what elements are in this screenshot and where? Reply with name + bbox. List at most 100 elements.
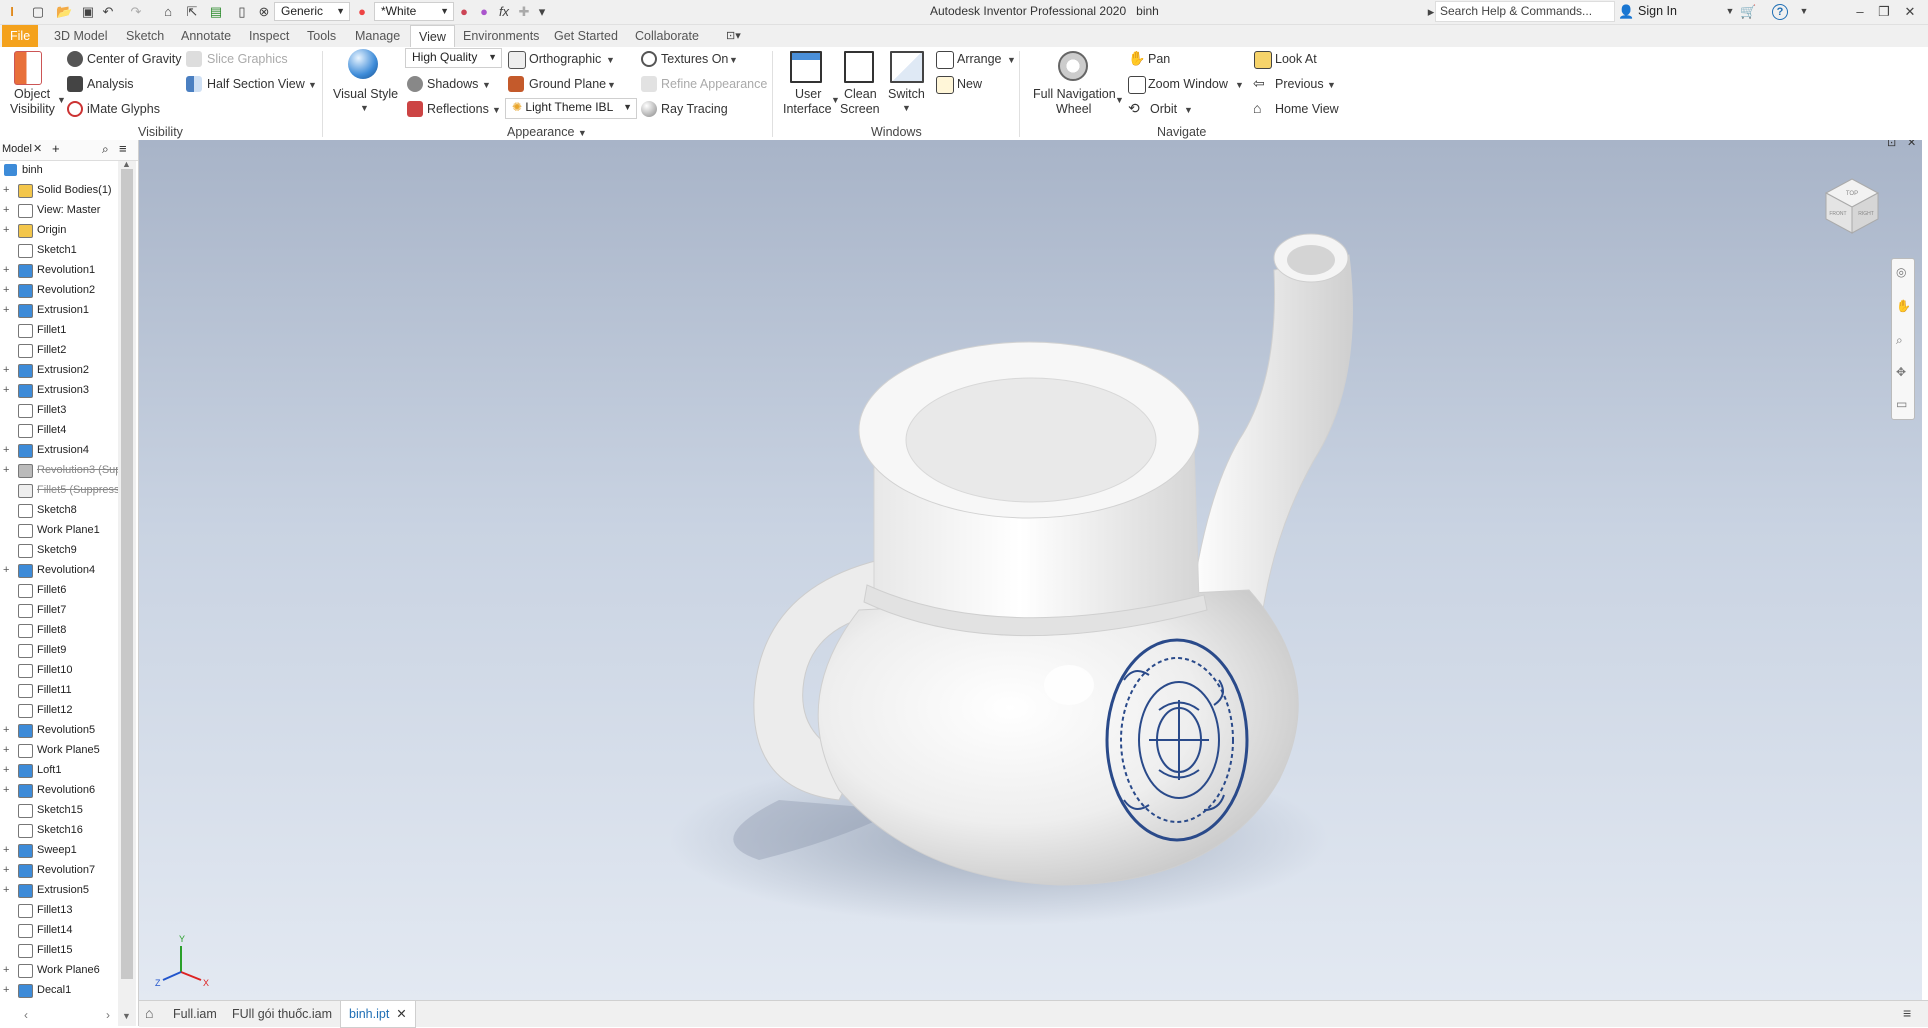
tab-manage[interactable]: Manage [347, 25, 408, 47]
center-of-gravity-button[interactable]: Center of Gravity [87, 52, 181, 66]
expand-icon[interactable]: + [3, 200, 13, 220]
graphics-viewport[interactable]: TOP FRONT RIGHT ⊡ ✕ ◎ ✋ ⌕ ✥ ▭ Y X Z [139, 140, 1922, 1000]
reflections-button[interactable]: Reflections [427, 102, 489, 116]
browser-scrollbar[interactable]: ▲ ▼ [118, 159, 136, 1026]
user-interface-label[interactable]: User [795, 87, 821, 101]
chevron-down-icon[interactable]: ▼ [482, 80, 491, 90]
fx-icon[interactable]: fx [496, 4, 512, 19]
chevron-down-icon[interactable]: ▼ [831, 95, 840, 105]
expand-icon[interactable]: + [3, 300, 13, 320]
doc-tab-full-goi-thuoc[interactable]: FUll gói thuốc.iam [224, 1001, 340, 1027]
color-wheel-icon[interactable]: ● [354, 4, 370, 19]
expand-icon[interactable]: + [3, 980, 13, 1000]
scroll-up-icon[interactable]: ▲ [122, 159, 131, 169]
plus-icon[interactable]: ✚ [516, 4, 532, 19]
visual-style-button[interactable]: Visual Style [333, 87, 398, 101]
search-icon[interactable]: ⌕ [102, 142, 109, 157]
adjust-icon[interactable]: ⊗ [256, 4, 272, 19]
clean-screen-label[interactable]: Clean [844, 87, 877, 101]
tree-item[interactable]: Fillet5 (Suppresse [0, 480, 118, 500]
expand-icon[interactable]: + [3, 460, 13, 480]
tab-view[interactable]: View [410, 25, 455, 47]
refine-appearance-button[interactable]: Refine Appearance [661, 77, 767, 91]
chevron-down-icon[interactable]: ▼ [360, 103, 369, 113]
scroll-down-icon[interactable]: ▼ [122, 1011, 131, 1021]
expand-icon[interactable]: + [3, 960, 13, 980]
chevron-down-icon[interactable]: ▼ [1235, 80, 1244, 90]
tree-item[interactable]: Fillet10 [0, 660, 118, 680]
expand-icon[interactable]: + [3, 220, 13, 240]
tree-item[interactable]: Fillet11 [0, 680, 118, 700]
tree-item[interactable]: + Revolution5 [0, 720, 118, 740]
add-browser-tab-button[interactable]: + [52, 141, 60, 156]
tab-sketch[interactable]: Sketch [118, 25, 172, 47]
clear-appearance-icon[interactable]: ● [476, 4, 492, 19]
menu-icon[interactable]: ≡ [1903, 1005, 1911, 1021]
tree-item[interactable]: + Origin [0, 220, 118, 240]
full-navigation-wheel-label[interactable]: Full Navigation [1033, 87, 1116, 101]
tree-item[interactable]: Sketch15 [0, 800, 118, 820]
user-interface-icon[interactable] [790, 51, 822, 83]
orbit-icon[interactable]: ✥ [1896, 365, 1906, 379]
tab-collaborate[interactable]: Collaborate [627, 25, 707, 47]
tree-item[interactable]: + Solid Bodies(1) [0, 180, 118, 200]
expand-icon[interactable]: + [3, 440, 13, 460]
tree-item[interactable]: + Revolution1 [0, 260, 118, 280]
tree-item[interactable]: Fillet9 [0, 640, 118, 660]
scrollbar-thumb[interactable] [121, 169, 133, 979]
expand-icon[interactable]: + [3, 740, 13, 760]
expand-icon[interactable]: + [3, 360, 13, 380]
inventor-logo-icon[interactable]: I [4, 4, 20, 19]
object-visibility-label-2[interactable]: Visibility [10, 102, 55, 116]
tree-item[interactable]: + Work Plane6 [0, 960, 118, 980]
qat-dropdown-icon[interactable]: ▾ [534, 4, 550, 19]
cart-icon[interactable]: 🛒 [1740, 4, 1756, 19]
sign-in-link[interactable]: Sign In [1638, 4, 1677, 18]
quality-combo[interactable]: High Quality ▼ [405, 48, 502, 68]
tree-item[interactable]: Sketch1 [0, 240, 118, 260]
expand-icon[interactable]: + [3, 760, 13, 780]
appearance-combo[interactable]: *White ▼ [374, 2, 454, 21]
ground-plane-button[interactable]: Ground Plane [529, 77, 606, 91]
tree-item[interactable]: Work Plane1 [0, 520, 118, 540]
material-combo[interactable]: Generic ▼ [274, 2, 350, 21]
scroll-left-icon[interactable]: ‹ [24, 1008, 28, 1022]
tree-item[interactable]: + Revolution2 [0, 280, 118, 300]
ribbon-options-icon[interactable]: ⊡▾ [726, 29, 741, 42]
chevron-down-icon[interactable]: ▼ [1184, 105, 1193, 115]
tree-item[interactable]: + Revolution6 [0, 780, 118, 800]
chevron-down-icon[interactable]: ▼ [729, 55, 738, 65]
previous-view-button[interactable]: Previous [1275, 77, 1324, 91]
tree-item[interactable]: + Decal1 [0, 980, 118, 1000]
look-at-button[interactable]: Look At [1275, 52, 1317, 66]
menu-icon[interactable]: ≡ [119, 141, 127, 156]
tree-item[interactable]: + Extrusion5 [0, 880, 118, 900]
slice-graphics-button[interactable]: Slice Graphics [207, 52, 288, 66]
viewcube[interactable]: TOP FRONT RIGHT [1822, 175, 1882, 235]
redo-icon[interactable]: ↷ [128, 4, 144, 19]
help-search-input[interactable]: Search Help & Commands... [1435, 1, 1615, 22]
tree-item[interactable]: Fillet2 [0, 340, 118, 360]
tab-get-started[interactable]: Get Started [546, 25, 626, 47]
tree-item[interactable]: + Extrusion4 [0, 440, 118, 460]
tree-item[interactable]: Fillet6 [0, 580, 118, 600]
doc-tab-full-iam[interactable]: Full.iam [165, 1001, 225, 1027]
measure-icon[interactable]: ▯ [234, 4, 250, 19]
tab-environments[interactable]: Environments [455, 25, 547, 47]
chevron-down-icon[interactable]: ▼ [606, 55, 615, 65]
tab-inspect[interactable]: Inspect [241, 25, 297, 47]
tree-item[interactable]: + Sweep1 [0, 840, 118, 860]
pan-button[interactable]: Pan [1148, 52, 1170, 66]
arrange-button[interactable]: Arrange [957, 52, 1001, 66]
tree-item[interactable]: Fillet13 [0, 900, 118, 920]
tree-item[interactable]: Fillet1 [0, 320, 118, 340]
minimize-icon[interactable]: – [1852, 4, 1868, 19]
tree-item[interactable]: + Revolution3 (Supp [0, 460, 118, 480]
tree-item[interactable]: Fillet7 [0, 600, 118, 620]
object-visibility-label[interactable]: Object [14, 87, 50, 101]
lighting-combo[interactable]: ✺ Light Theme IBL ▼ [505, 98, 637, 119]
ray-tracing-button[interactable]: Ray Tracing [661, 102, 728, 116]
tree-item[interactable]: + Revolution4 [0, 560, 118, 580]
tree-item[interactable]: Fillet3 [0, 400, 118, 420]
object-visibility-icon[interactable] [14, 51, 42, 85]
